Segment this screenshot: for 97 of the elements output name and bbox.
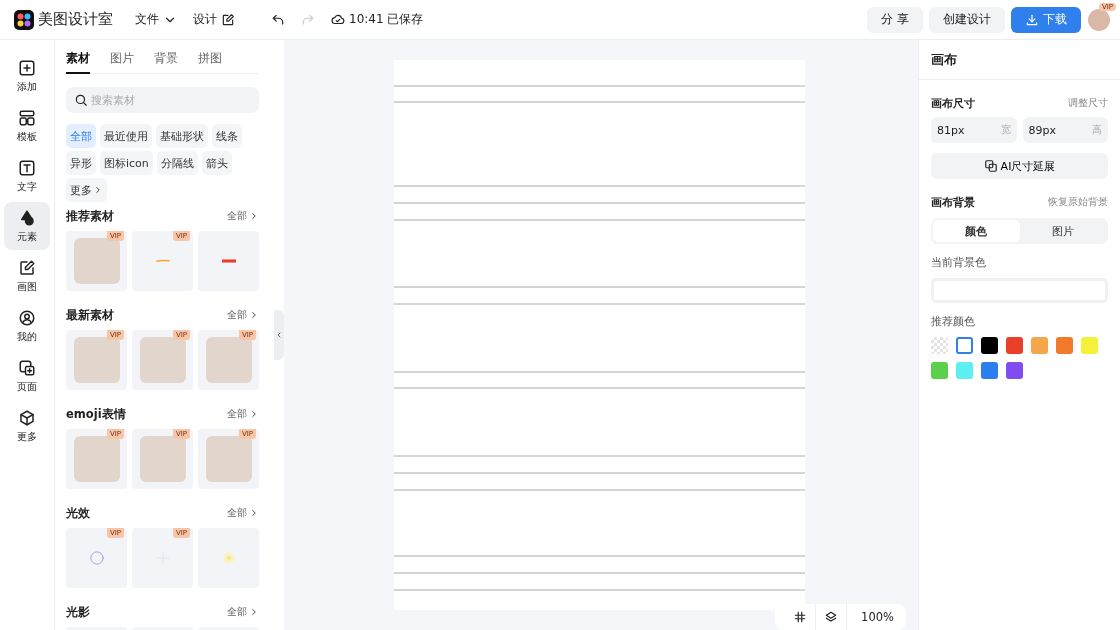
unit-label: 宽 (1000, 123, 1011, 137)
view-all-link[interactable]: 全部 (227, 308, 259, 322)
toolbar-button[interactable]: 创建设计 (929, 6, 1005, 33)
asset-thumbnail[interactable] (198, 231, 259, 291)
sidebar-item[interactable]: 页面 (4, 352, 50, 400)
color-swatch[interactable] (981, 362, 998, 379)
color-swatch[interactable] (956, 362, 973, 379)
photo-placeholder (205, 436, 252, 482)
app-logo-icon (14, 9, 34, 30)
photo-placeholder (73, 337, 120, 383)
search-icon (74, 93, 88, 107)
filter-chip[interactable]: 全部 (66, 124, 96, 148)
user-icon (18, 308, 36, 327)
panel-title: 画布 (919, 40, 1120, 80)
tab[interactable]: 拼图 (198, 50, 222, 74)
search-field[interactable]: 搜索素材 (66, 87, 259, 113)
filter-chip[interactable]: 箭头 (201, 151, 232, 175)
photo-placeholder (205, 337, 252, 383)
unit-label: 高 (1092, 123, 1102, 137)
photo-placeholder (73, 238, 120, 284)
view-all-link[interactable]: 全部 (227, 506, 259, 520)
color-swatch[interactable] (1056, 337, 1073, 354)
sidebar-item[interactable]: 模板 (4, 102, 50, 150)
filter-chip[interactable]: 最近使用 (100, 124, 152, 148)
sidebar-item[interactable]: 我的 (4, 302, 50, 350)
color-swatch[interactable] (1006, 362, 1023, 379)
color-swatch[interactable] (1031, 337, 1048, 354)
color-swatch[interactable] (1081, 337, 1098, 354)
layout-icon (18, 108, 36, 127)
menu-button[interactable]: 文件 (135, 11, 177, 28)
app-name: 美图设计室 (38, 10, 113, 29)
sidebar-item[interactable]: 文字 (4, 152, 50, 200)
dimension-field[interactable]: 89px 高 (1022, 117, 1108, 143)
text-link[interactable]: 恢复原始背景 (1048, 195, 1108, 209)
filter-chip[interactable]: 分隔线 (156, 151, 198, 175)
section-title: emoji表情 (66, 406, 126, 422)
segment-tab[interactable]: 颜色 (933, 220, 1020, 242)
color-swatch[interactable] (956, 337, 973, 354)
grid-icon (793, 610, 808, 624)
bubble-ring-drawing (89, 551, 104, 565)
color-swatch[interactable] (981, 337, 998, 354)
sidebar-item[interactable]: 更多 (4, 402, 50, 450)
cloud-icon (331, 12, 345, 27)
save-status: 10:41 已保存 (349, 11, 424, 28)
photo-placeholder (73, 436, 120, 482)
undo-icon[interactable] (271, 12, 285, 27)
filter-chip[interactable]: 线条 (212, 124, 242, 148)
text-link[interactable]: 调整尺寸 (1068, 96, 1108, 110)
asset-thumbnail[interactable] (198, 528, 259, 588)
edit-icon (221, 12, 235, 27)
tab[interactable]: 图片 (110, 50, 134, 74)
text-icon (18, 158, 36, 177)
ai-resize-button[interactable]: AI尺寸延展 (931, 153, 1108, 179)
filter-chip[interactable]: 异形 (66, 151, 96, 175)
field-label: 当前背景色 (931, 256, 987, 270)
transparent-swatch[interactable] (931, 337, 948, 354)
filter-chip[interactable]: 图标icon (100, 151, 153, 175)
tab[interactable]: 素材 (66, 50, 90, 74)
photo-placeholder (139, 337, 186, 383)
filter-chip[interactable]: 基础形状 (156, 124, 208, 148)
photo-placeholder (139, 436, 186, 482)
glow-drawing (221, 551, 236, 565)
layers-icon (824, 610, 839, 624)
menu-button[interactable]: 设计 (193, 11, 235, 28)
resize-icon (983, 159, 998, 173)
zoom-level[interactable]: 100% (847, 610, 896, 624)
download-button[interactable]: 下载 (1011, 6, 1081, 33)
tab[interactable]: 背景 (154, 50, 178, 74)
sidebar-item[interactable]: 画图 (4, 252, 50, 300)
collapse-handle[interactable] (274, 310, 284, 360)
section-title: 画布背景 (931, 194, 975, 210)
view-all-link[interactable]: 全部 (227, 605, 259, 619)
add-icon (18, 58, 36, 77)
view-all-link[interactable]: 全部 (227, 407, 259, 421)
field-label: 推荐颜色 (931, 315, 976, 329)
download-icon (1025, 12, 1039, 27)
section-title: 光效 (66, 505, 90, 521)
color-swatch[interactable] (1006, 337, 1023, 354)
more-button[interactable]: 更多 (66, 178, 107, 202)
sidebar-item[interactable]: 添加 (4, 52, 50, 100)
shapes-icon (18, 208, 36, 227)
field-value: 81px (937, 123, 965, 137)
cube-icon (18, 408, 36, 427)
section-title: 最新素材 (66, 307, 114, 323)
toolbar-button[interactable]: 分 享 (867, 6, 923, 33)
view-all-link[interactable]: 全部 (227, 209, 259, 223)
sidebar-item[interactable]: 元素 (4, 202, 50, 250)
field-value: 89px (1028, 123, 1056, 137)
section-title: 光影 (66, 604, 90, 620)
edit-icon (18, 258, 36, 277)
segment-tab[interactable]: 图片 (1019, 220, 1106, 242)
page-add-icon (18, 358, 36, 377)
color-swatch[interactable] (931, 362, 948, 379)
section-title: 推荐素材 (66, 208, 114, 224)
dimension-field[interactable]: 81px 宽 (931, 117, 1017, 143)
section-title: 画布尺寸 (931, 95, 975, 111)
avatar[interactable] (1088, 8, 1110, 31)
